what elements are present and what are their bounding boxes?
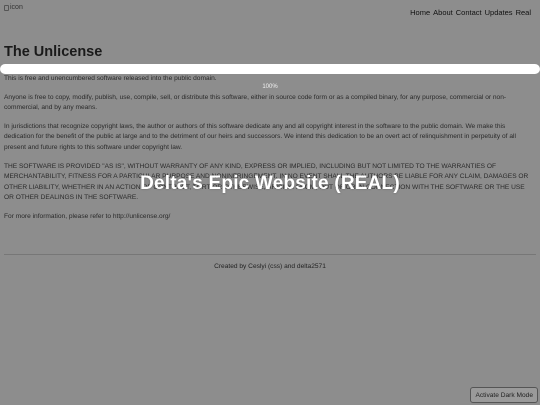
nav-link-about[interactable]: About xyxy=(433,8,453,17)
dark-mode-button[interactable]: Activate Dark Mode xyxy=(470,387,538,403)
main-nav: Home About Contact Updates Real xyxy=(410,8,531,17)
footer-divider xyxy=(4,254,536,255)
paragraph-more-info: For more information, please refer to ht… xyxy=(4,212,171,220)
license-text: This is free and unencumbered software r… xyxy=(4,74,532,231)
logo-alt-text: icon xyxy=(10,4,23,11)
site-logo[interactable]: icon xyxy=(4,4,23,11)
nav-link-contact[interactable]: Contact xyxy=(456,8,482,17)
broken-image-icon xyxy=(4,4,9,11)
nav-link-updates[interactable]: Updates xyxy=(485,8,513,17)
paragraph-release: This is free and unencumbered software r… xyxy=(4,75,217,82)
loading-progress-bar xyxy=(0,64,540,74)
nav-link-real[interactable]: Real xyxy=(516,8,531,17)
footer-credit: Created by Ceslyi (css) and delta2571 xyxy=(214,263,326,270)
nav-link-home[interactable]: Home xyxy=(410,8,430,17)
paragraph-dedication: In jurisdictions that recognize copyrigh… xyxy=(4,122,516,151)
page-title: The Unlicense xyxy=(4,44,103,60)
loading-percent: 100% xyxy=(262,84,278,90)
paragraph-permission: Anyone is free to copy, modify, publish,… xyxy=(4,93,507,112)
site-banner-title: Delta's Epic Website (REAL) xyxy=(140,173,400,194)
top-bar: icon Home About Contact Updates Real xyxy=(0,0,540,22)
